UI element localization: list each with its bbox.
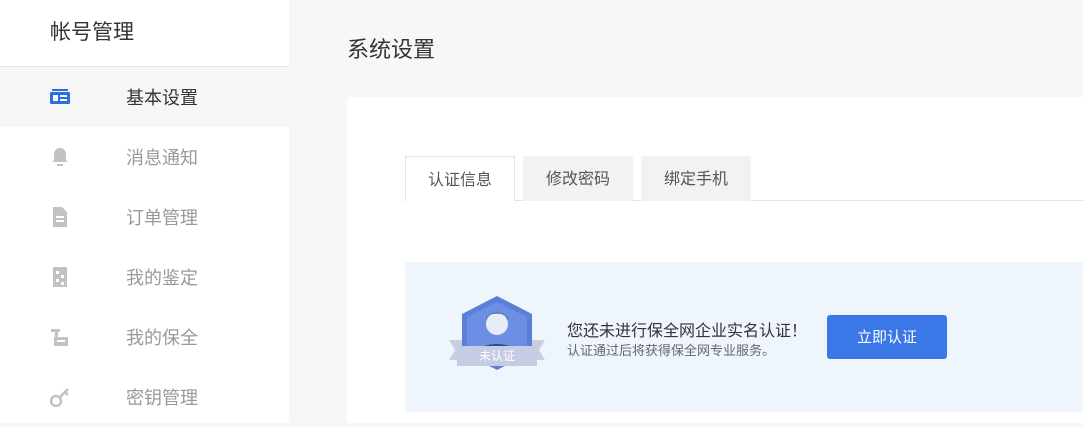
document-icon [49, 206, 71, 228]
sidebar-item-label: 我的保全 [126, 328, 198, 349]
settings-card: 认证信息 修改密码 绑定手机 未认证 您还未进行保全网企业实名认证！ 认证通过后… [347, 97, 1083, 423]
key-icon [49, 386, 71, 408]
main-content: 系统设置 认证信息 修改密码 绑定手机 未认证 您还未进行保全网企业实名认证！ [289, 0, 1083, 423]
sidebar-item-label: 基本设置 [126, 88, 198, 109]
verify-now-button[interactable]: 立即认证 [827, 315, 947, 359]
sidebar-item-preservation[interactable]: 我的保全 [0, 307, 289, 367]
id-card-icon [49, 86, 71, 108]
sidebar-item-appraisal[interactable]: 我的鉴定 [0, 247, 289, 307]
tab-change-password[interactable]: 修改密码 [523, 156, 633, 201]
tab-verification[interactable]: 认证信息 [405, 156, 515, 202]
sidebar-item-label: 我的鉴定 [126, 268, 198, 289]
bell-icon [49, 146, 71, 168]
stamp-icon [49, 326, 71, 348]
badge-label: 未认证 [457, 346, 537, 366]
sidebar-item-orders[interactable]: 订单管理 [0, 187, 289, 247]
sidebar: 帐号管理 基本设置 消息通知 订单管理 我的鉴定 我的保全 密钥管理 [0, 0, 289, 423]
checklist-icon [49, 266, 71, 288]
notice-subtitle: 认证通过后将获得保全网专业服务。 [567, 344, 776, 359]
tab-bar: 认证信息 修改密码 绑定手机 [405, 156, 1083, 202]
verification-banner: 未认证 您还未进行保全网企业实名认证！ 认证通过后将获得保全网专业服务。 立即认… [405, 262, 1083, 412]
sidebar-item-label: 订单管理 [126, 208, 198, 229]
sidebar-item-label: 密钥管理 [126, 388, 198, 409]
tab-bind-phone[interactable]: 绑定手机 [641, 156, 751, 201]
page-title: 系统设置 [347, 38, 436, 63]
unverified-badge: 未认证 [445, 294, 549, 374]
notice-title: 您还未进行保全网企业实名认证！ [567, 321, 808, 340]
sidebar-title: 帐号管理 [0, 0, 289, 67]
sidebar-item-label: 消息通知 [126, 148, 198, 169]
sidebar-item-keys[interactable]: 密钥管理 [0, 367, 289, 427]
sidebar-item-notifications[interactable]: 消息通知 [0, 127, 289, 187]
sidebar-item-basic-settings[interactable]: 基本设置 [0, 67, 289, 127]
